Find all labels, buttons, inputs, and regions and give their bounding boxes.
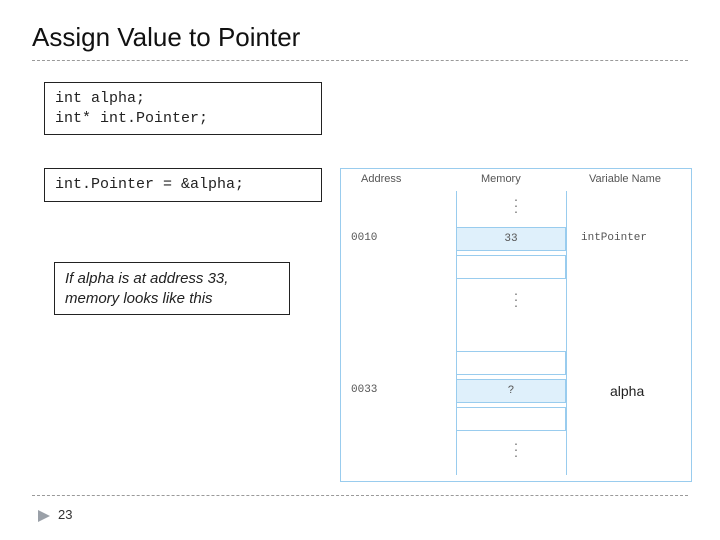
memory-diagram: Address Memory Variable Name ... 0010 33… [340, 168, 692, 482]
diagram-var-1: intPointer [581, 232, 681, 244]
diagram-addr-2: 0033 [351, 384, 431, 396]
diagram-ellipsis: ... [341, 441, 691, 459]
diagram-mem-2: ? [456, 379, 566, 403]
diagram-mem-empty [456, 351, 566, 375]
code-box-declarations: int alpha; int* int.Pointer; [44, 82, 322, 135]
diagram-row-empty-a [341, 255, 691, 281]
diagram-header-varname: Variable Name [589, 173, 661, 185]
diagram-row-empty-b [341, 351, 691, 377]
diagram-header-memory: Memory [481, 173, 521, 185]
diagram-header-address: Address [361, 173, 401, 185]
diagram-mem-empty [456, 407, 566, 431]
diagram-row-pointer: 0010 33 intPointer [341, 227, 691, 253]
title-divider [32, 60, 688, 61]
diagram-ellipsis: ... [341, 197, 691, 215]
page-number: 23 [58, 507, 72, 522]
slide-title: Assign Value to Pointer [32, 22, 300, 53]
diagram-ellipsis: ... [341, 291, 691, 309]
diagram-mem-1: 33 [456, 227, 566, 251]
diagram-row-empty-c [341, 407, 691, 433]
footer-divider [32, 495, 688, 496]
explanation-note: If alpha is at address 33, memory looks … [54, 262, 290, 315]
alpha-variable-label: alpha [610, 383, 644, 399]
code-box-assignment: int.Pointer = &alpha; [44, 168, 322, 202]
diagram-addr-1: 0010 [351, 232, 431, 244]
play-icon [38, 510, 50, 522]
diagram-mem-empty [456, 255, 566, 279]
